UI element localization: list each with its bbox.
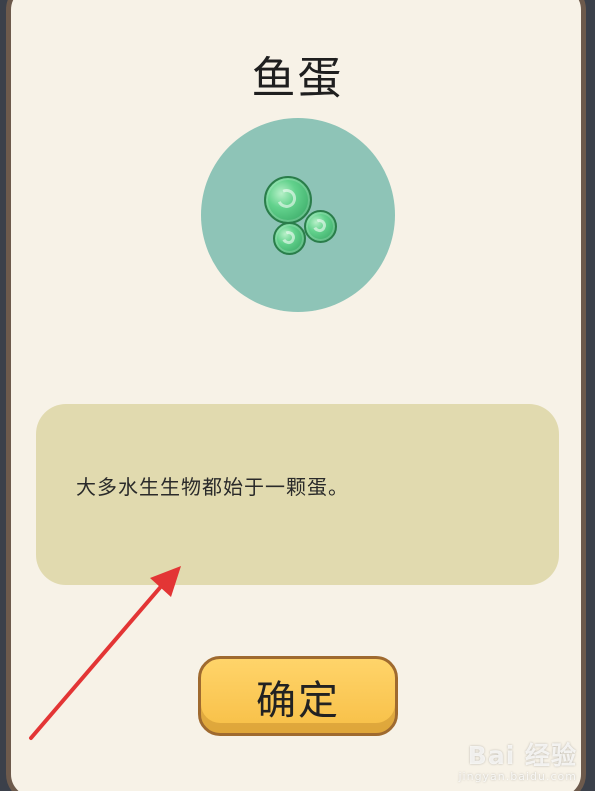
item-title: 鱼蛋 [251,53,344,104]
confirm-button[interactable]: 确定 [198,656,398,736]
fish-egg-small-icon [273,222,306,255]
app-screen: 鱼蛋 大多水生生物都始于一颗蛋。 确定 Bai 经验 jingyan.baidu… [0,0,595,791]
description-box: 大多水生生物都始于一颗蛋。 [36,404,559,585]
confirm-button-label: 确定 [256,678,340,724]
baidu-watermark: Bai 经验 jingyan.baidu.com [458,736,577,783]
watermark-url: jingyan.baidu.com [458,770,577,783]
item-description: 大多水生生物都始于一颗蛋。 [76,475,349,499]
fish-egg-large-icon [264,176,312,224]
item-image-circle [201,118,395,312]
watermark-brand: Bai 经验 [467,741,577,770]
fish-egg-small-icon [304,210,337,243]
